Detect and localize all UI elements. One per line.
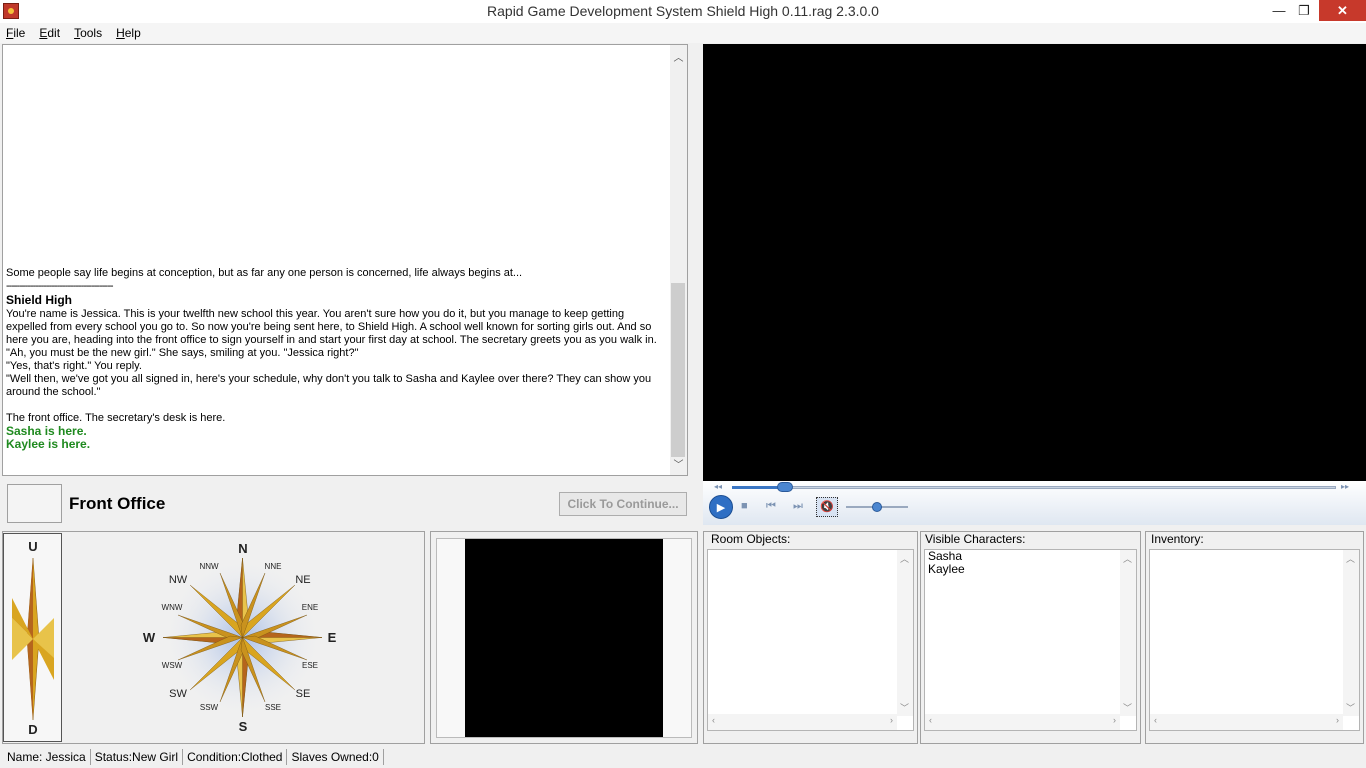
inventory-panel: Inventory: ︿ ﹀ ‹ › (1145, 531, 1364, 744)
horizontal-scrollbar[interactable]: ‹ › (925, 714, 1120, 730)
room-objects-panel: Room Objects: ︿ ﹀ ‹ › (703, 531, 918, 744)
room-name: Front Office (69, 494, 166, 513)
scroll-right-icon[interactable]: › (890, 715, 893, 725)
story-line: "Well then, we've got you all signed in,… (6, 373, 652, 398)
up-down-star-icon (12, 558, 54, 720)
story-paragraph: You're name is Jessica. This is your twe… (6, 308, 657, 346)
character-present-sasha: Sasha is here. (6, 424, 87, 438)
scroll-left-icon[interactable]: ‹ (929, 715, 932, 725)
status-bar: Name: Jessica Status:New Girl Condition:… (0, 745, 1366, 768)
seek-handle[interactable] (777, 482, 793, 492)
character-present-kaylee: Kaylee is here. (6, 437, 91, 451)
story-text: Some people say life begins at conceptio… (6, 267, 666, 451)
play-button[interactable]: ▶ (709, 495, 733, 519)
compass-wsw[interactable]: WSW (157, 661, 187, 670)
fast-forward-icon[interactable]: ▸▸ (1341, 482, 1349, 491)
media-video-area[interactable] (703, 44, 1366, 481)
scroll-right-icon[interactable]: › (1336, 715, 1339, 725)
restore-button[interactable]: ❐ (1287, 0, 1321, 21)
next-icon[interactable]: ⏭ (793, 500, 803, 513)
compass-wnw[interactable]: WNW (157, 603, 187, 612)
compass-nnw[interactable]: NNW (194, 562, 224, 571)
menu-bar: File Edit Tools Help (0, 23, 1366, 43)
scroll-up-icon[interactable]: ︿ (670, 49, 687, 64)
menu-file[interactable]: File (6, 26, 25, 40)
continue-button[interactable]: Click To Continue... (559, 492, 687, 516)
previous-icon[interactable]: ⏮ (766, 500, 776, 513)
story-heading: Shield High (6, 293, 72, 307)
compass-se[interactable]: SE (288, 688, 318, 700)
down-label[interactable]: D (18, 722, 48, 737)
menu-edit[interactable]: Edit (39, 26, 60, 40)
story-text-panel[interactable]: Some people say life begins at conceptio… (2, 44, 688, 476)
story-scrollbar[interactable]: ︿ ﹀ (670, 45, 687, 475)
close-button[interactable]: ✕ (1319, 0, 1366, 21)
story-line: "Ah, you must be the new girl." She says… (6, 347, 359, 359)
scroll-down-icon[interactable]: ﹀ (670, 456, 687, 471)
visible-characters-panel: Visible Characters: Sasha Kaylee ︿ ﹀ ‹ › (920, 531, 1141, 744)
visible-characters-list[interactable]: Sasha Kaylee ︿ ﹀ ‹ › (924, 549, 1137, 731)
vertical-scrollbar[interactable]: ︿ ﹀ (1343, 550, 1359, 716)
window-title: Rapid Game Development System Shield Hig… (487, 3, 879, 19)
inventory-list[interactable]: ︿ ﹀ ‹ › (1149, 549, 1360, 731)
scroll-up-icon[interactable]: ︿ (900, 552, 909, 565)
scroll-down-icon[interactable]: ﹀ (1123, 701, 1132, 714)
scroll-thumb[interactable] (671, 283, 685, 457)
scroll-left-icon[interactable]: ‹ (1154, 715, 1157, 725)
volume-handle[interactable] (872, 502, 882, 512)
scroll-down-icon[interactable]: ﹀ (900, 701, 909, 714)
up-down-control[interactable]: U D (3, 533, 62, 742)
room-objects-title: Room Objects: (711, 532, 791, 546)
rewind-icon[interactable]: ◂◂ (714, 482, 722, 491)
compass-sw[interactable]: SW (163, 688, 193, 700)
scroll-up-icon[interactable]: ︿ (1346, 552, 1355, 565)
story-line: The front office. The secretary's desk i… (6, 412, 226, 424)
compass-sse[interactable]: SSE (258, 703, 288, 712)
menu-tools[interactable]: Tools (74, 26, 102, 40)
scroll-left-icon[interactable]: ‹ (712, 715, 715, 725)
story-line: "Yes, that's right." You reply. (6, 360, 142, 372)
scroll-right-icon[interactable]: › (1113, 715, 1116, 725)
compass-w[interactable]: W (134, 630, 164, 645)
compass-nne[interactable]: NNE (258, 562, 288, 571)
compass-n[interactable]: N (228, 541, 258, 556)
story-separator: ---------------------------------------- (6, 280, 114, 292)
scroll-down-icon[interactable]: ﹀ (1346, 701, 1355, 714)
mute-button[interactable]: 🔇 (816, 497, 838, 517)
compass-ssw[interactable]: SSW (194, 703, 224, 712)
room-thumbnail (7, 484, 62, 523)
horizontal-scrollbar[interactable]: ‹ › (1150, 714, 1343, 730)
compass-ese[interactable]: ESE (295, 661, 325, 670)
compass-s[interactable]: S (228, 719, 258, 734)
status-condition: Condition:Clothed (183, 748, 288, 765)
status-name: Name: Jessica (3, 748, 91, 765)
compass-nw[interactable]: NW (163, 574, 193, 586)
compass-ne[interactable]: NE (288, 574, 318, 586)
compass-ene[interactable]: ENE (295, 603, 325, 612)
seek-bar[interactable] (732, 486, 1336, 489)
room-objects-list[interactable]: ︿ ﹀ ‹ › (707, 549, 914, 731)
list-item[interactable]: Kaylee (925, 563, 1136, 576)
status-slaves: Slaves Owned:0 (287, 748, 384, 765)
menu-help[interactable]: Help (116, 26, 141, 40)
inventory-title: Inventory: (1151, 532, 1204, 546)
compass-e[interactable]: E (317, 630, 347, 645)
story-intro: Some people say life begins at conceptio… (6, 267, 523, 279)
scroll-up-icon[interactable]: ︿ (1123, 552, 1132, 565)
status-status: Status:New Girl (91, 748, 184, 765)
up-label[interactable]: U (18, 539, 48, 554)
vertical-scrollbar[interactable]: ︿ ﹀ (897, 550, 913, 716)
visible-characters-title: Visible Characters: (925, 532, 1026, 546)
scene-image (465, 539, 663, 737)
horizontal-scrollbar[interactable]: ‹ › (708, 714, 897, 730)
vertical-scrollbar[interactable]: ︿ ﹀ (1120, 550, 1136, 716)
stop-icon[interactable]: ■ (741, 500, 748, 512)
